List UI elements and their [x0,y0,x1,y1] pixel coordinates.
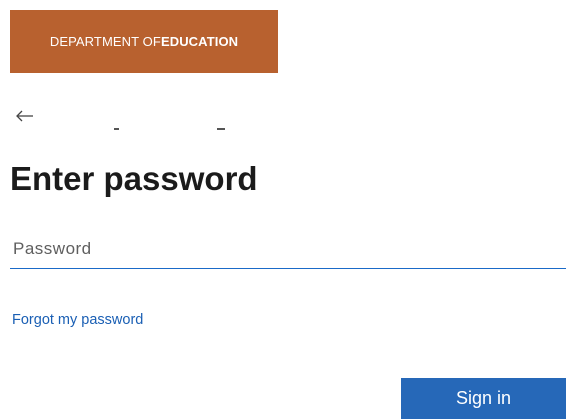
logo-text-prefix: DEPARTMENT OF [49,34,161,49]
back-button[interactable] [14,104,36,128]
organization-logo: DEPARTMENT OF EDUCATION [10,10,278,73]
password-field[interactable] [10,232,566,269]
sign-in-page: DEPARTMENT OF EDUCATION Enter password F… [0,0,566,419]
account-identifier [114,128,119,130]
logo-text-emphasis: EDUCATION [160,34,239,49]
password-input[interactable] [10,232,566,266]
forgot-password-link[interactable]: Forgot my password [12,312,143,328]
account-identifier-fragment [217,128,225,130]
page-title: Enter password [10,160,258,197]
left-arrow-icon[interactable] [14,105,36,127]
sign-in-button[interactable]: Sign in [401,378,566,419]
